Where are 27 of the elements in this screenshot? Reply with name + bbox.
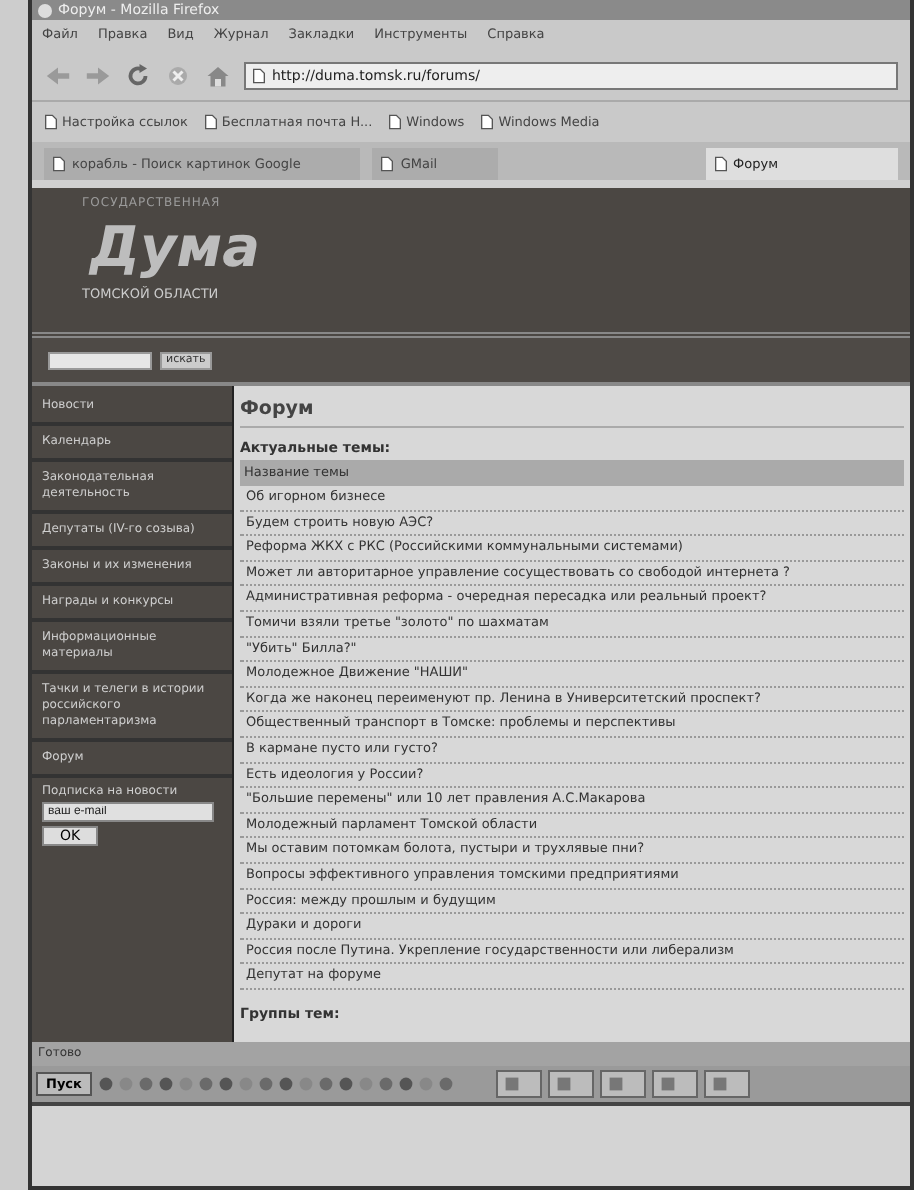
site-logo: Дума	[90, 214, 260, 282]
page-title: Форум	[240, 394, 904, 428]
window-icon	[555, 1076, 572, 1092]
page-icon	[713, 156, 728, 172]
page-icon	[44, 114, 58, 130]
window-icon	[607, 1076, 624, 1092]
page-icon	[252, 68, 266, 84]
taskbar-window-button[interactable]	[651, 1070, 698, 1098]
taskbar-window-button[interactable]	[703, 1070, 750, 1098]
app-icon	[38, 3, 52, 17]
search-field[interactable]	[48, 351, 152, 369]
reload-icon[interactable]	[124, 64, 152, 88]
forward-icon[interactable]	[84, 64, 112, 88]
window-icon	[711, 1076, 728, 1092]
page-icon	[388, 114, 403, 130]
taskbar-window-button[interactable]	[495, 1070, 542, 1098]
page-icon	[480, 114, 495, 130]
window-icon	[659, 1076, 676, 1092]
taskbar-window-button[interactable]	[547, 1070, 594, 1098]
page-icon	[52, 156, 66, 172]
page-icon	[203, 114, 218, 130]
stop-icon[interactable]	[164, 64, 192, 88]
window-icon	[503, 1076, 520, 1092]
page-icon	[380, 156, 395, 172]
taskbar-window-button[interactable]	[599, 1070, 646, 1098]
home-icon[interactable]	[204, 64, 232, 88]
back-icon[interactable]	[44, 64, 72, 88]
